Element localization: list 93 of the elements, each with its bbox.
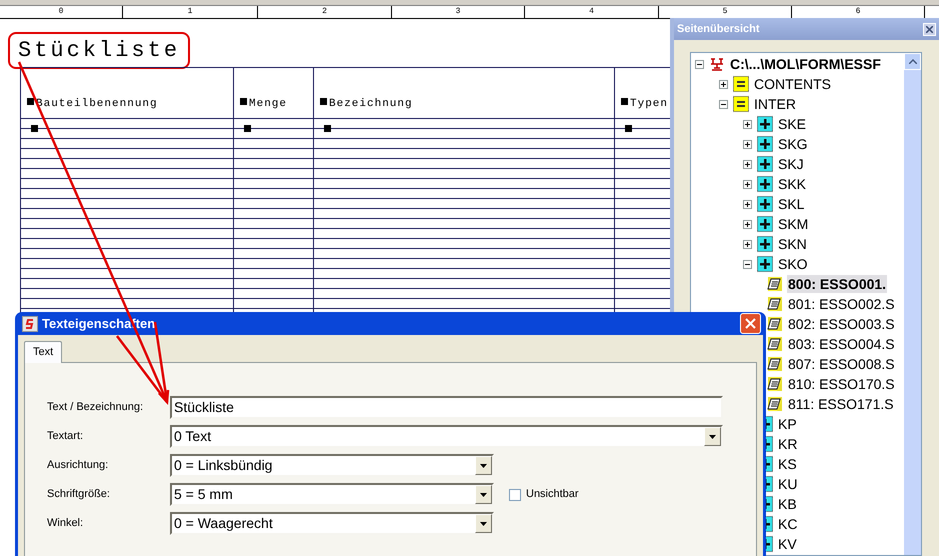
tree-item[interactable]: SKJ xyxy=(777,155,805,173)
tree-item[interactable]: 807: ESSO008.S xyxy=(787,355,896,373)
field-label: Ausrichtung: xyxy=(47,458,110,474)
document-icon xyxy=(767,296,783,312)
document-icon xyxy=(767,276,783,292)
document-icon xyxy=(767,336,783,352)
selection-handle-icon[interactable] xyxy=(621,98,628,105)
dropdown-field[interactable]: 0 = Waagerecht xyxy=(170,512,494,535)
field-label: Text / Bezeichnung: xyxy=(47,400,144,416)
tree-item[interactable]: 802: ESSO003.S xyxy=(787,315,896,333)
plus-icon xyxy=(757,176,773,192)
form-title[interactable]: Stückliste xyxy=(8,32,190,69)
tree-item[interactable]: SKN xyxy=(777,235,808,253)
collapse-icon[interactable] xyxy=(743,260,752,268)
plus-icon xyxy=(757,116,773,132)
close-icon[interactable] xyxy=(923,22,936,36)
ruler-label: 2 xyxy=(322,8,327,16)
field-label: Schriftgröße: xyxy=(47,487,111,502)
tree-item[interactable]: SKE xyxy=(777,115,808,133)
close-button[interactable] xyxy=(740,313,761,334)
panel-title: Seitenübersicht xyxy=(677,22,760,37)
scrollbar[interactable] xyxy=(904,53,921,555)
expand-icon[interactable] xyxy=(743,160,752,168)
tree-item[interactable]: C:\...\MOL\FORM\ESSF xyxy=(729,55,882,73)
selection-handle-icon[interactable] xyxy=(31,125,38,132)
collapse-icon[interactable] xyxy=(719,100,728,108)
dropdown-field[interactable]: 5 = 5 mm xyxy=(170,483,494,506)
column-header[interactable]: Menge xyxy=(249,98,288,110)
expand-icon[interactable] xyxy=(743,140,752,148)
close-icon[interactable] xyxy=(745,318,756,329)
tree-item[interactable]: INTER xyxy=(753,95,797,113)
dropdown-field[interactable]: 0 = Linksbündig xyxy=(170,454,494,477)
app-icon xyxy=(22,316,38,332)
selection-handle-icon[interactable] xyxy=(625,125,632,132)
checkbox[interactable] xyxy=(509,488,521,500)
tree-item[interactable]: SKK xyxy=(777,175,808,193)
scroll-up-icon[interactable] xyxy=(904,53,921,70)
ruler-label: 0 xyxy=(58,8,64,16)
selection-handle-icon[interactable] xyxy=(27,98,34,105)
tree-item[interactable]: 803: ESSO004.S xyxy=(787,335,896,353)
tab[interactable]: Text xyxy=(24,341,62,363)
tree-item[interactable]: KU xyxy=(777,475,798,493)
plus-icon xyxy=(757,156,773,172)
dropdown-field[interactable]: 0 Text xyxy=(170,425,723,448)
expand-icon[interactable] xyxy=(743,240,752,248)
tree-item[interactable]: SKM xyxy=(777,215,810,233)
tree-item[interactable]: SKO xyxy=(777,255,809,273)
expand-icon[interactable] xyxy=(719,80,728,88)
document-icon xyxy=(767,376,783,392)
expand-icon[interactable] xyxy=(743,180,752,188)
ruler-label: 4 xyxy=(589,8,594,16)
selection-handle-icon[interactable] xyxy=(244,125,251,132)
plus-icon xyxy=(757,136,773,152)
document-icon xyxy=(767,316,783,332)
network-icon xyxy=(709,56,725,72)
document-icon xyxy=(767,356,783,372)
ruler-label: 3 xyxy=(456,8,460,16)
ruler-label: 5 xyxy=(722,8,728,16)
tree-item[interactable]: KV xyxy=(777,535,798,553)
tree-item[interactable]: 800: ESSO001. xyxy=(787,275,888,293)
column-header[interactable]: Typen xyxy=(630,98,668,110)
tree-item[interactable]: KS xyxy=(777,455,798,473)
list-icon xyxy=(733,76,749,92)
ruler-label: 6 xyxy=(856,8,860,16)
plus-icon xyxy=(757,196,773,212)
expand-icon[interactable] xyxy=(743,200,752,208)
selection-handle-icon[interactable] xyxy=(320,98,327,105)
selection-handle-icon[interactable] xyxy=(240,98,247,105)
field-label: Winkel: xyxy=(47,516,84,532)
expand-icon[interactable] xyxy=(743,220,752,228)
tree-item[interactable]: 810: ESSO170.S xyxy=(787,375,896,393)
tree-item[interactable]: SKL xyxy=(777,195,806,213)
tree-item[interactable]: KB xyxy=(777,495,798,513)
tree-item[interactable]: KR xyxy=(777,435,798,453)
tree-item[interactable]: SKG xyxy=(777,135,809,153)
tree-item[interactable]: CONTENTS xyxy=(753,75,832,93)
tree-item[interactable]: KC xyxy=(777,515,798,533)
expand-icon[interactable] xyxy=(743,120,752,128)
selection-handle-icon[interactable] xyxy=(324,125,331,132)
collapse-icon[interactable] xyxy=(695,60,704,68)
tree-item[interactable]: 801: ESSO002.S xyxy=(787,295,896,313)
plus-icon xyxy=(757,256,773,272)
list-icon xyxy=(733,96,749,112)
column-header[interactable]: Bezeichnung xyxy=(329,98,413,110)
plus-icon xyxy=(757,236,773,252)
ruler-label: 1 xyxy=(188,8,192,16)
document-icon xyxy=(767,396,783,412)
field-label: Textart: xyxy=(47,429,84,444)
tree-item[interactable]: 811: ESSO171.S xyxy=(787,395,895,413)
checkbox-label: Unsichtbar xyxy=(526,487,579,502)
plus-icon xyxy=(757,216,773,232)
text-input-field[interactable]: Stückliste xyxy=(170,396,723,419)
tree-item[interactable]: KP xyxy=(777,415,798,433)
